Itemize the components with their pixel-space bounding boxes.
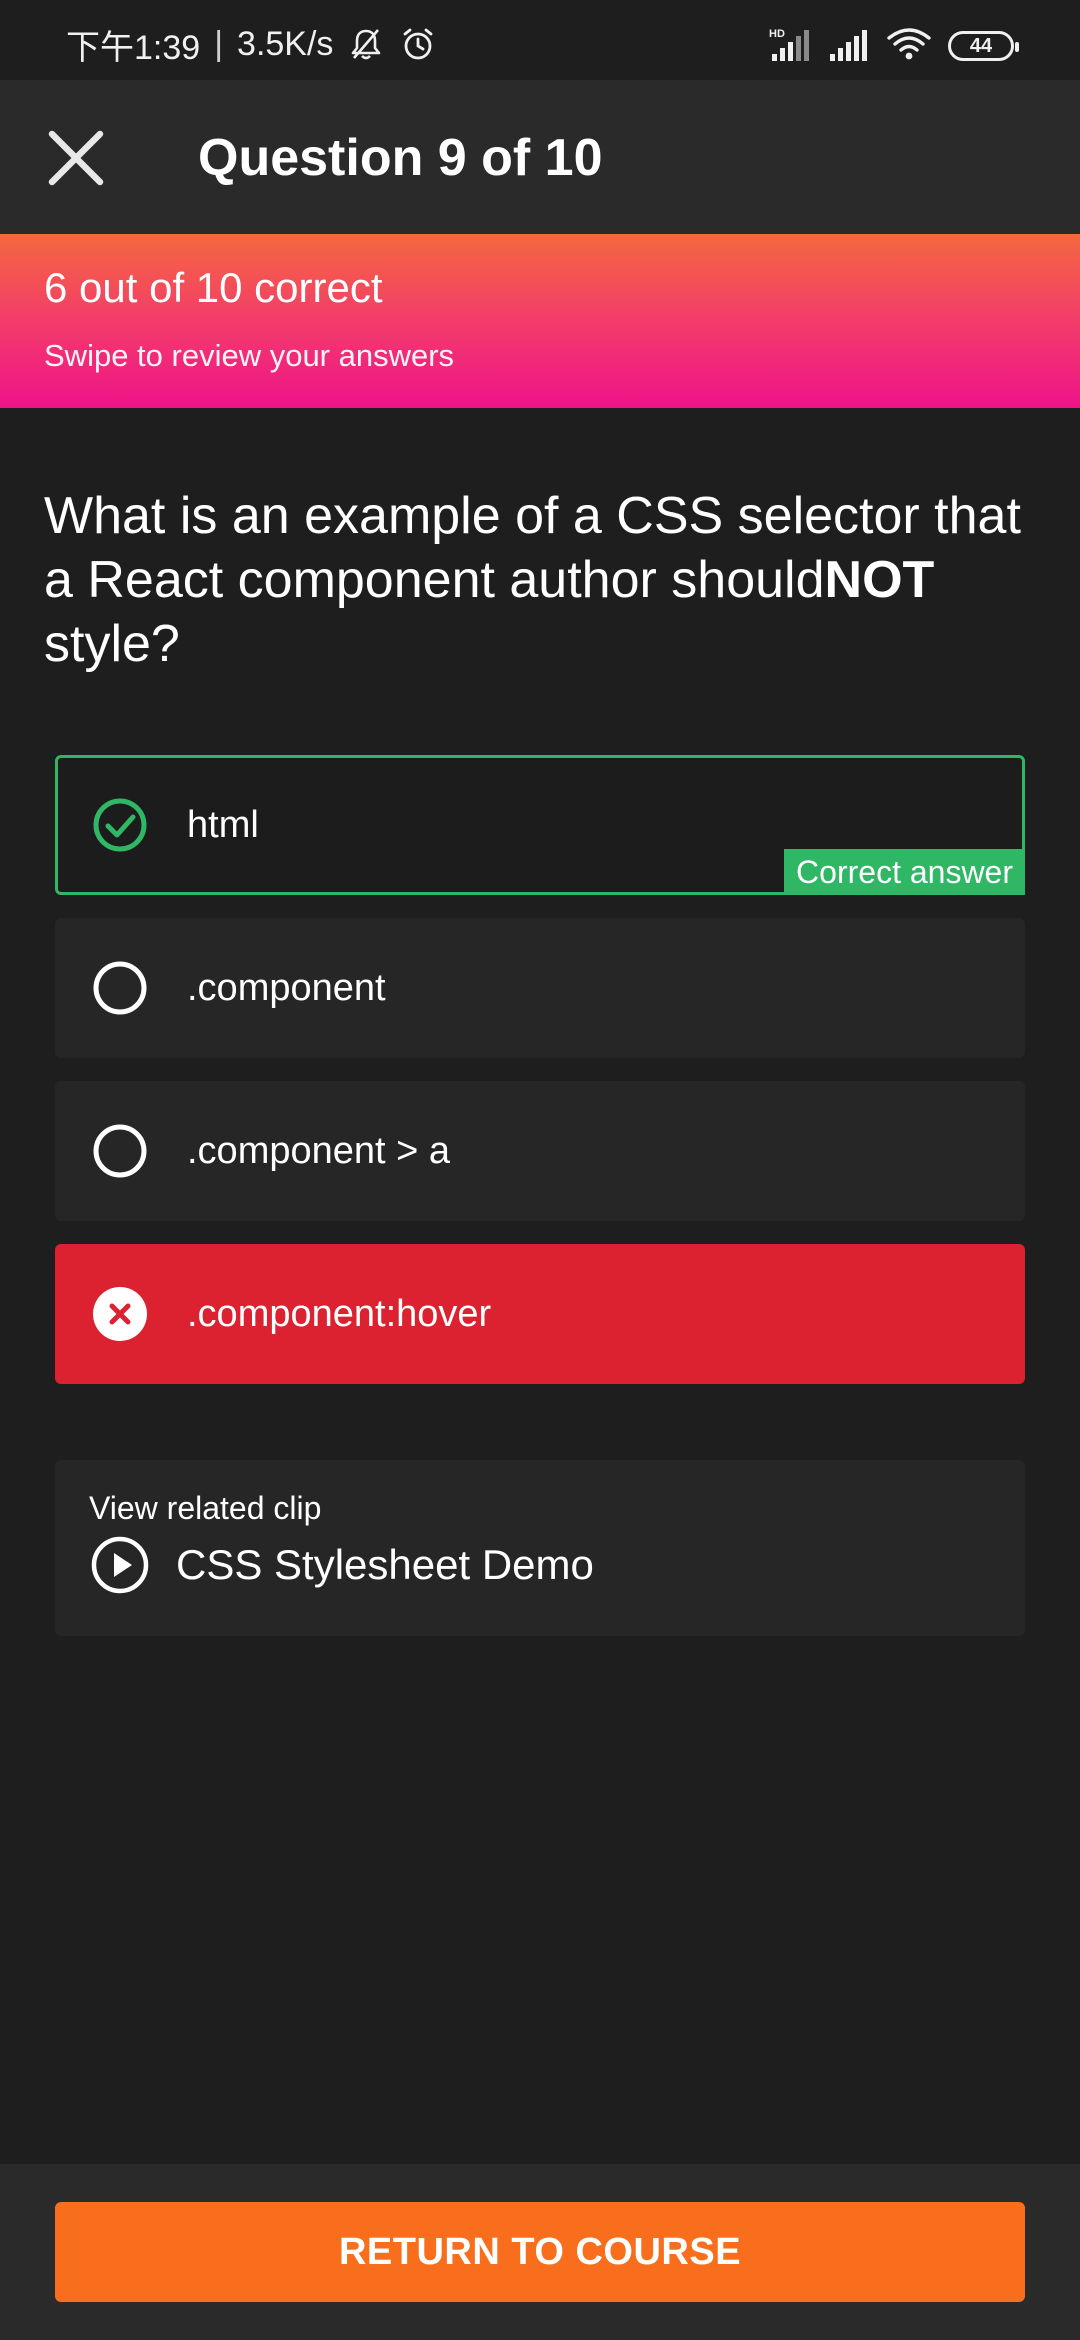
- close-icon[interactable]: [46, 128, 106, 188]
- hd-label: HD: [769, 28, 785, 40]
- score-banner[interactable]: 6 out of 10 correct Swipe to review your…: [0, 234, 1080, 408]
- status-bar: 下午1:39 | 3.5K/s HD 44: [0, 0, 1080, 80]
- related-clip-caption: View related clip: [89, 1490, 322, 1526]
- answer-option-correct[interactable]: html Correct answer: [55, 755, 1025, 895]
- status-left: 下午1:39 | 3.5K/s: [66, 24, 437, 67]
- related-clip-card[interactable]: View related clip CSS Stylesheet Demo: [55, 1460, 1025, 1636]
- answer-option[interactable]: .component: [55, 918, 1025, 1058]
- score-text: 6 out of 10 correct: [44, 264, 383, 311]
- answer-option-wrong[interactable]: .component:hover: [55, 1244, 1025, 1384]
- radio-empty-icon: [93, 961, 147, 1015]
- radio-empty-icon: [93, 1124, 147, 1178]
- signal-icon: [828, 26, 870, 67]
- battery-icon: 44: [948, 31, 1019, 61]
- app-header: Question 9 of 10: [0, 80, 1080, 234]
- bell-muted-icon: [347, 25, 385, 63]
- answer-label: .component:hover: [187, 1292, 492, 1335]
- question-emphasis: NOT: [824, 551, 935, 609]
- return-to-course-button[interactable]: RETURN TO COURSE: [55, 2202, 1025, 2302]
- network-speed: 3.5K/s: [237, 24, 334, 63]
- answer-label: .component > a: [187, 1129, 451, 1172]
- related-clip-title: CSS Stylesheet Demo: [176, 1541, 594, 1588]
- close-button[interactable]: [38, 120, 114, 196]
- correct-answer-badge: Correct answer: [784, 849, 1025, 895]
- score-subtitle: Swipe to review your answers: [44, 338, 455, 373]
- hd-signal-icon: HD: [768, 26, 812, 67]
- answer-label: .component: [187, 966, 386, 1009]
- wifi-icon: [886, 26, 932, 67]
- status-time: 下午1:39: [66, 28, 201, 67]
- battery-level: 44: [969, 34, 993, 57]
- status-separator: |: [214, 24, 224, 63]
- page-title: Question 9 of 10: [198, 129, 603, 187]
- alarm-icon: [399, 25, 437, 63]
- answer-label: html: [187, 803, 259, 846]
- footer: RETURN TO COURSE: [0, 2164, 1080, 2340]
- answer-option[interactable]: .component > a: [55, 1081, 1025, 1221]
- question-text: What is an example of a CSS selector tha…: [44, 484, 1034, 676]
- question-text-after: style?: [44, 615, 180, 673]
- play-circle-icon: [91, 1536, 149, 1594]
- x-circle-icon: [93, 1287, 147, 1341]
- check-circle-icon: [93, 798, 147, 852]
- status-right: HD 44: [768, 26, 1019, 67]
